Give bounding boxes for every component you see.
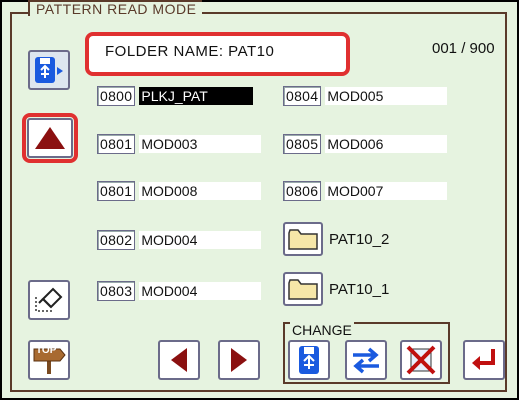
pattern-number: 0802 — [97, 230, 136, 250]
pattern-name: MOD007 — [325, 182, 448, 200]
swap-arrows-icon — [353, 347, 379, 374]
eraser-button[interactable] — [28, 280, 70, 320]
usb-change-icon — [299, 346, 319, 374]
usb-change-button[interactable] — [288, 340, 330, 380]
swap-button[interactable] — [345, 340, 387, 380]
delete-x-icon — [406, 345, 436, 375]
list-item[interactable]: 0801 MOD008 — [97, 181, 262, 201]
enter-return-icon — [472, 349, 495, 370]
usb-media-button[interactable] — [28, 50, 70, 90]
pattern-number: 0801 — [97, 134, 136, 154]
pattern-number: 0805 — [283, 134, 322, 154]
previous-page-button[interactable] — [158, 340, 200, 380]
scroll-up-button[interactable] — [27, 118, 73, 158]
pattern-number: 0806 — [283, 181, 322, 201]
scroll-up-arrow-icon — [35, 127, 65, 149]
delete-button[interactable] — [400, 340, 442, 380]
usb-media-icon — [35, 57, 63, 83]
next-page-button[interactable] — [218, 340, 260, 380]
folder-item[interactable]: PAT10_2 — [283, 222, 389, 256]
pattern-number: 0803 — [97, 281, 136, 301]
pattern-name: MOD006 — [325, 135, 448, 153]
list-item[interactable]: 0800 PLKJ_PAT — [97, 86, 254, 106]
folder-icon — [283, 272, 323, 306]
folder-name-label: FOLDER NAME: PAT10 — [105, 43, 275, 60]
top-label: TOP — [36, 345, 57, 356]
screen-title: PATTERN READ MODE — [28, 0, 203, 16]
list-item[interactable]: 0805 MOD006 — [283, 134, 448, 154]
list-item[interactable]: 0801 MOD003 — [97, 134, 262, 154]
list-item[interactable]: 0804 MOD005 — [283, 86, 448, 106]
list-item[interactable]: 0806 MOD007 — [283, 181, 448, 201]
folder-name: PAT10_2 — [329, 230, 390, 248]
pattern-name: MOD004 — [139, 231, 262, 249]
pattern-number: 0801 — [97, 181, 136, 201]
enter-button[interactable] — [463, 340, 505, 380]
pattern-number: 0800 — [97, 86, 136, 106]
list-item[interactable]: 0803 MOD004 — [97, 281, 262, 301]
pattern-counter: 001 / 900 — [432, 40, 495, 57]
pattern-name: MOD005 — [325, 87, 448, 105]
pattern-name: MOD004 — [139, 282, 262, 300]
eraser-icon — [35, 287, 63, 312]
folder-item[interactable]: PAT10_1 — [283, 272, 389, 306]
right-arrow-icon — [231, 348, 247, 372]
folder-icon — [283, 222, 323, 256]
pattern-name: PLKJ_PAT — [139, 87, 254, 105]
pattern-name: MOD003 — [139, 135, 262, 153]
left-arrow-icon — [171, 348, 187, 372]
pattern-number: 0804 — [283, 86, 322, 106]
list-item[interactable]: 0802 MOD004 — [97, 230, 262, 250]
folder-name: PAT10_1 — [329, 280, 390, 298]
pattern-name: MOD008 — [139, 182, 262, 200]
change-label: CHANGE — [290, 322, 354, 338]
